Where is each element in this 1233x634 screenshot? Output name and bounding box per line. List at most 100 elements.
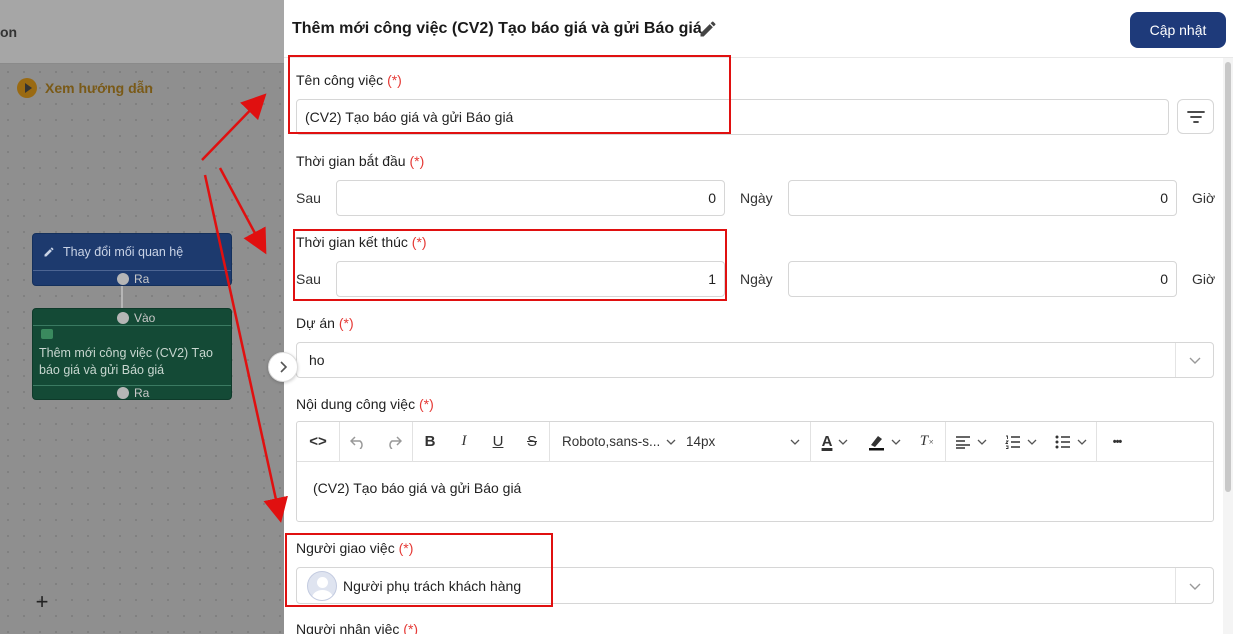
clear-format-button[interactable]: T × bbox=[909, 422, 945, 462]
bullet-list-icon bbox=[1055, 435, 1070, 448]
code-view-button[interactable]: <> bbox=[297, 422, 339, 462]
font-family-select[interactable]: Roboto,sans-s... bbox=[550, 422, 680, 462]
workflow-node-create-task[interactable]: Vào Thêm mới công việc (CV2) Tạo báo giá… bbox=[32, 308, 232, 400]
highlight-color-button[interactable] bbox=[859, 422, 909, 462]
rich-text-editor[interactable]: <> B I U S Roboto,sans-s... 14px A T × •… bbox=[296, 421, 1214, 522]
start-prefix: Sau bbox=[296, 190, 321, 206]
italic-button[interactable]: I bbox=[447, 422, 481, 462]
underline-button[interactable]: U bbox=[481, 422, 515, 462]
align-left-icon bbox=[956, 435, 970, 449]
end-prefix: Sau bbox=[296, 271, 321, 287]
port-dot-icon bbox=[117, 273, 129, 285]
required-mark: (*) bbox=[387, 72, 402, 88]
filter-button[interactable] bbox=[1177, 99, 1214, 134]
undo-button[interactable] bbox=[340, 422, 376, 462]
highlighter-icon bbox=[869, 435, 884, 450]
guide-link[interactable]: Xem hướng dẫn bbox=[17, 78, 153, 98]
end-hours-input[interactable]: 0 bbox=[788, 261, 1177, 297]
required-mark: (*) bbox=[403, 621, 419, 634]
project-select[interactable]: ho bbox=[296, 342, 1214, 378]
task-name-label: Tên công việc (*) bbox=[296, 72, 402, 88]
task-name-input[interactable]: (CV2) Tạo báo giá và gửi Báo giá bbox=[296, 99, 1169, 135]
required-mark: (*) bbox=[411, 234, 427, 250]
port-dot-icon bbox=[117, 312, 129, 324]
text-color-icon: A bbox=[821, 433, 833, 450]
input-value: 0 bbox=[1160, 190, 1168, 206]
node-out-port[interactable]: Ra bbox=[117, 386, 149, 400]
end-days-unit: Ngày bbox=[740, 271, 773, 287]
label-text: Nội dung công việc bbox=[296, 396, 416, 412]
editor-content[interactable]: (CV2) Tạo báo giá và gửi Báo giá bbox=[313, 480, 521, 496]
task-icon bbox=[41, 329, 53, 339]
filter-icon bbox=[1186, 110, 1205, 123]
ordered-list-icon bbox=[1005, 435, 1020, 449]
required-mark: (*) bbox=[409, 153, 425, 169]
chevron-down-icon bbox=[838, 439, 848, 445]
redo-button[interactable] bbox=[376, 422, 412, 462]
chevron-down-icon bbox=[1027, 439, 1037, 445]
end-time-label: Thời gian kết thúc (*) bbox=[296, 234, 427, 250]
start-time-label: Thời gian bắt đầu (*) bbox=[296, 153, 424, 169]
node-title-row: Thay đổi mối quan hệ bbox=[43, 245, 183, 259]
add-node-button[interactable]: + bbox=[30, 590, 54, 614]
node-divider bbox=[33, 270, 231, 271]
guide-label: Xem hướng dẫn bbox=[45, 80, 153, 96]
scrollbar-thumb[interactable] bbox=[1225, 62, 1231, 492]
font-size-select[interactable]: 14px bbox=[680, 422, 810, 462]
select-value: ho bbox=[309, 352, 325, 368]
label-text: Người giao việc bbox=[296, 540, 395, 556]
align-button[interactable] bbox=[946, 422, 996, 462]
port-label: Ra bbox=[134, 272, 150, 286]
start-days-input[interactable]: 0 bbox=[336, 180, 725, 216]
task-config-panel: Thêm mới công việc (CV2) Tạo báo giá và … bbox=[284, 0, 1233, 634]
workflow-node-change-relation[interactable]: Thay đổi mối quan hệ Ra bbox=[32, 233, 232, 286]
panel-header: Thêm mới công việc (CV2) Tạo báo giá và … bbox=[284, 0, 1233, 58]
avatar bbox=[307, 570, 337, 601]
project-label: Dự án (*) bbox=[296, 315, 354, 331]
collapse-panel-button[interactable] bbox=[268, 352, 298, 382]
node-title: Thêm mới công việc (CV2) Tạo báo giá và … bbox=[39, 346, 213, 377]
input-value: 1 bbox=[708, 271, 716, 287]
label-text: Thời gian bắt đầu bbox=[296, 153, 406, 169]
start-hours-unit: Giờ bbox=[1192, 190, 1216, 206]
content-label: Nội dung công việc (*) bbox=[296, 396, 434, 412]
ordered-list-button[interactable] bbox=[996, 422, 1046, 462]
select-value: Người phụ trách khách hàng bbox=[343, 577, 522, 594]
text-color-button[interactable]: A bbox=[811, 422, 859, 462]
chevron-down-icon bbox=[1175, 568, 1213, 603]
bullet-list-button[interactable] bbox=[1046, 422, 1096, 462]
required-mark: (*) bbox=[418, 396, 434, 412]
chevron-down-icon bbox=[1175, 343, 1213, 377]
edit-title-icon[interactable] bbox=[698, 19, 718, 39]
end-days-input[interactable]: 1 bbox=[336, 261, 725, 297]
workflow-canvas[interactable]: on Xem hướng dẫn Thay đổi mối quan hệ Ra… bbox=[0, 0, 284, 634]
start-hours-input[interactable]: 0 bbox=[788, 180, 1177, 216]
input-value: 0 bbox=[708, 190, 716, 206]
strikethrough-button[interactable]: S bbox=[515, 422, 549, 462]
node-out-port[interactable]: Ra bbox=[117, 272, 149, 286]
more-options-button[interactable]: ••• bbox=[1097, 422, 1137, 462]
pencil-icon bbox=[44, 247, 54, 257]
chevron-down-icon bbox=[891, 439, 901, 445]
bold-button[interactable]: B bbox=[413, 422, 447, 462]
node-divider bbox=[33, 325, 231, 326]
label-text: Thời gian kết thúc bbox=[296, 234, 408, 250]
chevron-down-icon bbox=[1077, 439, 1087, 445]
port-label: Ra bbox=[134, 386, 150, 400]
label-text: Dự án bbox=[296, 315, 335, 331]
font-family-value: Roboto,sans-s... bbox=[562, 434, 661, 449]
node-in-port[interactable]: Vào bbox=[117, 311, 155, 325]
assigner-label: Người giao việc (*) bbox=[296, 540, 413, 556]
update-button[interactable]: Cập nhật bbox=[1130, 12, 1226, 48]
input-value: (CV2) Tạo báo giá và gửi Báo giá bbox=[305, 109, 514, 125]
end-hours-unit: Giờ bbox=[1192, 271, 1216, 287]
font-size-value: 14px bbox=[686, 434, 716, 449]
required-mark: (*) bbox=[398, 540, 414, 556]
topbar-label: on bbox=[0, 24, 18, 40]
panel-title: Thêm mới công việc (CV2) Tạo báo giá và … bbox=[292, 20, 702, 37]
chevron-down-icon bbox=[790, 439, 800, 445]
assigner-select[interactable]: Người phụ trách khách hàng bbox=[296, 567, 1214, 604]
chevron-down-icon bbox=[977, 439, 987, 445]
panel-scrollbar[interactable] bbox=[1223, 58, 1233, 634]
start-days-unit: Ngày bbox=[740, 190, 773, 206]
